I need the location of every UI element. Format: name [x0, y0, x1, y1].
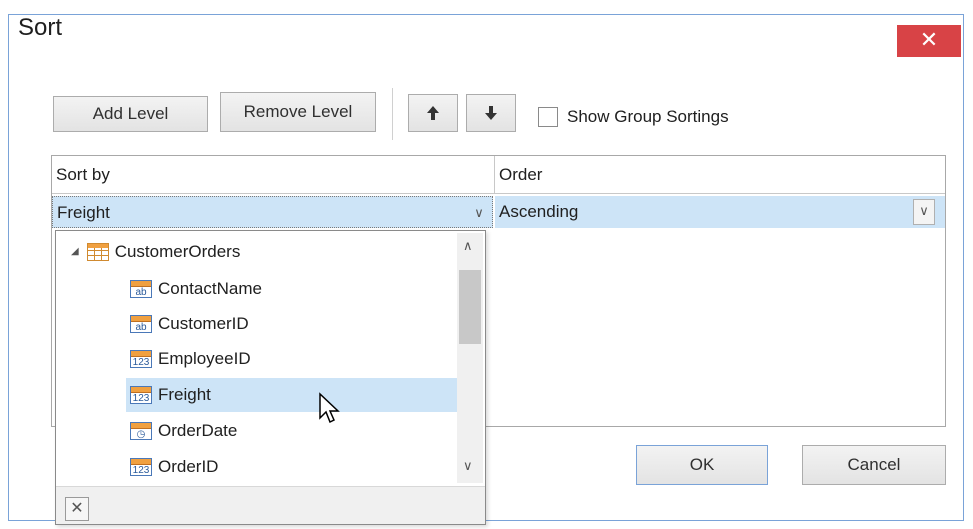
ok-button[interactable]: OK	[636, 445, 768, 485]
show-group-sortings-label[interactable]: Show Group Sortings	[567, 107, 729, 127]
field-item-label: OrderID	[158, 457, 219, 476]
remove-level-button[interactable]: Remove Level	[220, 92, 376, 132]
numeric-field-icon: 123	[130, 386, 152, 404]
close-button[interactable]: ✕	[897, 25, 961, 57]
move-up-button[interactable]	[408, 94, 458, 132]
arrow-up-icon	[427, 106, 439, 120]
collapse-triangle-icon[interactable]: ◢	[71, 235, 79, 269]
field-item-label: Freight	[158, 385, 211, 404]
chevron-down-icon[interactable]: ∨	[463, 458, 473, 474]
sort-by-value: Freight	[57, 203, 110, 222]
column-header-order[interactable]: Order	[495, 156, 945, 194]
popup-footer	[56, 486, 485, 524]
field-item-contactname[interactable]: ab ContactName	[130, 272, 262, 306]
scrollbar-thumb[interactable]	[459, 270, 481, 344]
tree-root-label: CustomerOrders	[114, 242, 241, 261]
numeric-field-icon: 123	[130, 350, 152, 368]
move-down-button[interactable]	[466, 94, 516, 132]
chevron-down-icon[interactable]: ∨	[467, 197, 491, 229]
show-group-sortings-checkbox[interactable]	[538, 107, 558, 127]
table-icon	[86, 243, 109, 261]
field-item-label: EmployeeID	[158, 349, 251, 368]
field-item-customerid[interactable]: ab CustomerID	[130, 307, 249, 341]
field-item-label: OrderDate	[158, 421, 238, 440]
dialog-title: Sort	[18, 14, 63, 41]
tree-root-customer-orders[interactable]: ◢ CustomerOrders	[71, 235, 240, 269]
cancel-button[interactable]: Cancel	[802, 445, 946, 485]
field-item-orderid[interactable]: 123 OrderID	[130, 450, 218, 484]
field-item-label: ContactName	[158, 279, 262, 298]
add-level-button[interactable]: Add Level	[53, 96, 208, 132]
order-value: Ascending	[499, 202, 579, 221]
date-field-icon: ◷	[130, 422, 152, 440]
mouse-cursor-icon	[319, 392, 340, 424]
field-item-orderdate[interactable]: ◷ OrderDate	[130, 414, 237, 448]
field-item-freight[interactable]: 123 Freight	[130, 378, 211, 412]
order-cell[interactable]: Ascending ∨	[495, 196, 945, 228]
numeric-field-icon: 123	[130, 458, 152, 476]
clear-icon[interactable]: ✕	[65, 497, 89, 521]
text-field-icon: ab	[130, 315, 152, 333]
field-item-employeeid[interactable]: 123 EmployeeID	[130, 342, 251, 376]
column-header-sort-by[interactable]: Sort by	[52, 156, 495, 194]
field-item-label: CustomerID	[158, 314, 249, 333]
toolbar-separator	[392, 88, 393, 140]
text-field-icon: ab	[130, 280, 152, 298]
sort-by-cell[interactable]: Freight ∨	[52, 196, 493, 228]
chevron-up-icon[interactable]: ∧	[463, 238, 473, 254]
arrow-down-icon	[485, 106, 497, 120]
chevron-down-icon[interactable]: ∨	[913, 199, 935, 225]
